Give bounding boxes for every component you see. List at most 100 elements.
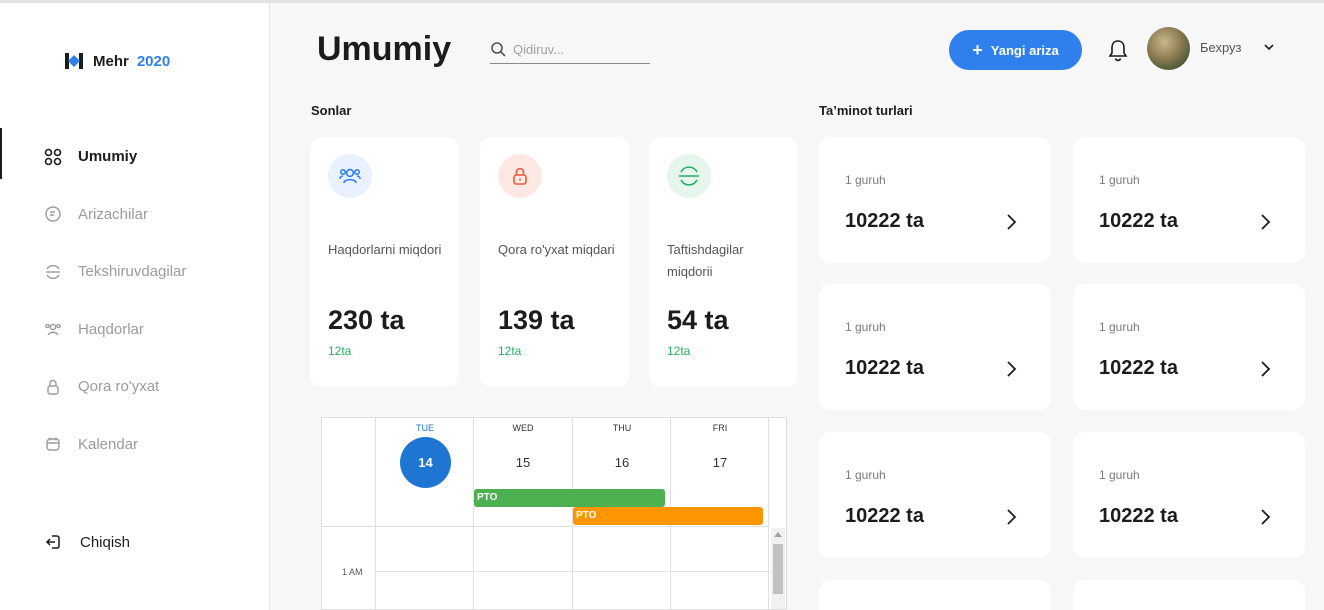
stat-label: Qora ro'yxat miqdari: [498, 242, 615, 257]
calendar-date[interactable]: 17: [671, 455, 769, 470]
provision-card[interactable]: 1 guruh 10222 ta: [1073, 432, 1305, 558]
document-icon: [45, 206, 61, 222]
sidebar-item-haqdorlar[interactable]: Haqdorlar: [0, 301, 269, 359]
stat-label: Haqdorlarni miqdori: [328, 242, 442, 257]
sidebar-item-label: Qora ro'yxat: [78, 378, 160, 396]
stat-sub: 12ta: [328, 344, 352, 358]
provision-card[interactable]: 1 guruh 10222 ta: [819, 432, 1051, 558]
provision-value: 10222 ta: [1099, 505, 1178, 527]
logout-label: Chiqish: [80, 533, 131, 551]
stat-card-qora-royxat[interactable]: Qora ro'yxat miqdari 139 ta 12ta: [480, 137, 629, 387]
sidebar-item-qora-royxat[interactable]: Qora ro'yxat: [0, 358, 269, 416]
chevron-right-icon[interactable]: [1004, 360, 1018, 378]
sidebar-item-umumiy[interactable]: Umumiy: [0, 128, 269, 186]
calendar-gridline: [322, 526, 771, 527]
calendar-event[interactable]: PTO: [474, 489, 665, 507]
provision-group: 1 guruh: [845, 320, 886, 334]
plus-icon: +: [972, 40, 983, 60]
calendar-gridline: [375, 418, 376, 609]
provision-card[interactable]: [1073, 580, 1305, 610]
stat-sub: 12ta: [498, 344, 522, 358]
provision-group: 1 guruh: [1099, 173, 1140, 187]
brand-logo[interactable]: Mehr 2020: [63, 51, 170, 71]
calendar-date[interactable]: 16: [573, 455, 671, 470]
sidebar-item-label: Tekshiruvdagilar: [78, 263, 187, 281]
stat-card-haqdorlar[interactable]: Haqdorlarni miqdori 230 ta 12ta: [310, 137, 459, 387]
chevron-right-icon[interactable]: [1258, 508, 1272, 526]
sidebar-item-arizachilar[interactable]: Arizachilar: [0, 186, 269, 244]
avatar[interactable]: [1147, 27, 1190, 70]
sidebar-item-label: Haqdorlar: [78, 320, 144, 338]
lock-icon: [513, 167, 527, 185]
provision-value: 10222 ta: [845, 210, 924, 232]
chevron-right-icon[interactable]: [1258, 360, 1272, 378]
calendar-date[interactable]: 15: [474, 455, 572, 470]
calendar-day-name: TUE: [416, 423, 434, 433]
sidebar-item-label: Kalendar: [78, 435, 139, 453]
stat-icon-wrap: [498, 154, 542, 198]
stat-value: 139 ta: [498, 305, 575, 335]
provision-value: 10222 ta: [845, 357, 924, 379]
provision-value: 10222 ta: [1099, 357, 1178, 379]
logo-icon: [65, 53, 83, 69]
scan-icon: [679, 166, 699, 186]
provision-group: 1 guruh: [1099, 468, 1140, 482]
stat-card-taftish[interactable]: Taftishdagilar miqdorii 54 ta 12ta: [649, 137, 798, 387]
new-application-label: Yangi ariza: [990, 42, 1059, 58]
calendar-gridline: [375, 571, 771, 572]
calendar-time-label: 1 AM: [342, 567, 363, 577]
calendar-today-date[interactable]: 14: [400, 437, 451, 488]
search-input[interactable]: [513, 42, 643, 57]
calendar-scrollbar[interactable]: [771, 528, 785, 609]
stat-value: 230 ta: [328, 305, 405, 335]
chevron-right-icon[interactable]: [1258, 213, 1272, 231]
chevron-down-icon[interactable]: [1262, 40, 1276, 54]
provision-value: 10222 ta: [1099, 210, 1178, 232]
scrollbar-thumb[interactable]: [773, 544, 783, 594]
users-icon: [45, 323, 61, 336]
sidebar-item-kalendar[interactable]: Kalendar: [0, 416, 269, 474]
calendar-day-name: THU: [612, 423, 632, 433]
sidebar-item-tekshiruvdagilar[interactable]: Tekshiruvdagilar: [0, 243, 269, 301]
provisions-section-label: Ta’minot turlari: [819, 103, 913, 118]
calendar-event[interactable]: PTO: [573, 507, 763, 525]
calendar-day-name: FRI: [712, 423, 728, 433]
users-icon: [339, 168, 361, 184]
scroll-up-icon[interactable]: [774, 532, 782, 537]
provision-card[interactable]: [819, 580, 1051, 610]
stat-label: Taftishdagilar miqdorii: [667, 242, 744, 279]
stat-icon-wrap: [328, 154, 372, 198]
scan-icon: [46, 264, 60, 279]
calendar-icon: [46, 437, 60, 451]
brand-name: Mehr: [93, 52, 129, 70]
provision-group: 1 guruh: [845, 173, 886, 187]
search-icon: [491, 42, 506, 57]
provision-value: 10222 ta: [845, 505, 924, 527]
bell-icon[interactable]: [1107, 38, 1129, 62]
sidebar-nav: Umumiy Arizachilar Tekshiruvdagilar Haqd…: [0, 128, 269, 473]
provision-group: 1 guruh: [1099, 320, 1140, 334]
provision-card[interactable]: 1 guruh 10222 ta: [1073, 137, 1305, 263]
sidebar-item-label: Umumiy: [78, 148, 138, 166]
calendar-gridline: [473, 418, 474, 609]
calendar-widget: TUE 14 WED 15 THU 16 FRI 17 PTO PTO 1 AM: [321, 417, 787, 610]
provision-card[interactable]: 1 guruh 10222 ta: [819, 137, 1051, 263]
user-name[interactable]: Бехруз: [1200, 40, 1242, 55]
calendar-gridline: [768, 418, 769, 609]
page-title: Umumiy: [317, 30, 452, 68]
stat-sub: 12ta: [667, 344, 691, 358]
chevron-right-icon[interactable]: [1004, 213, 1018, 231]
grid-icon: [44, 148, 62, 166]
provision-card[interactable]: 1 guruh 10222 ta: [819, 284, 1051, 410]
provision-card[interactable]: 1 guruh 10222 ta: [1073, 284, 1305, 410]
new-application-button[interactable]: + Yangi ariza: [949, 30, 1082, 70]
brand-year: 2020: [136, 52, 171, 70]
calendar-day-name: WED: [512, 423, 534, 433]
logout-button[interactable]: Chiqish: [44, 533, 130, 551]
logout-icon: [45, 535, 60, 549]
stat-icon-wrap: [667, 154, 711, 198]
provision-group: 1 guruh: [845, 468, 886, 482]
search-box[interactable]: [490, 36, 650, 64]
stat-value: 54 ta: [667, 305, 729, 335]
chevron-right-icon[interactable]: [1004, 508, 1018, 526]
